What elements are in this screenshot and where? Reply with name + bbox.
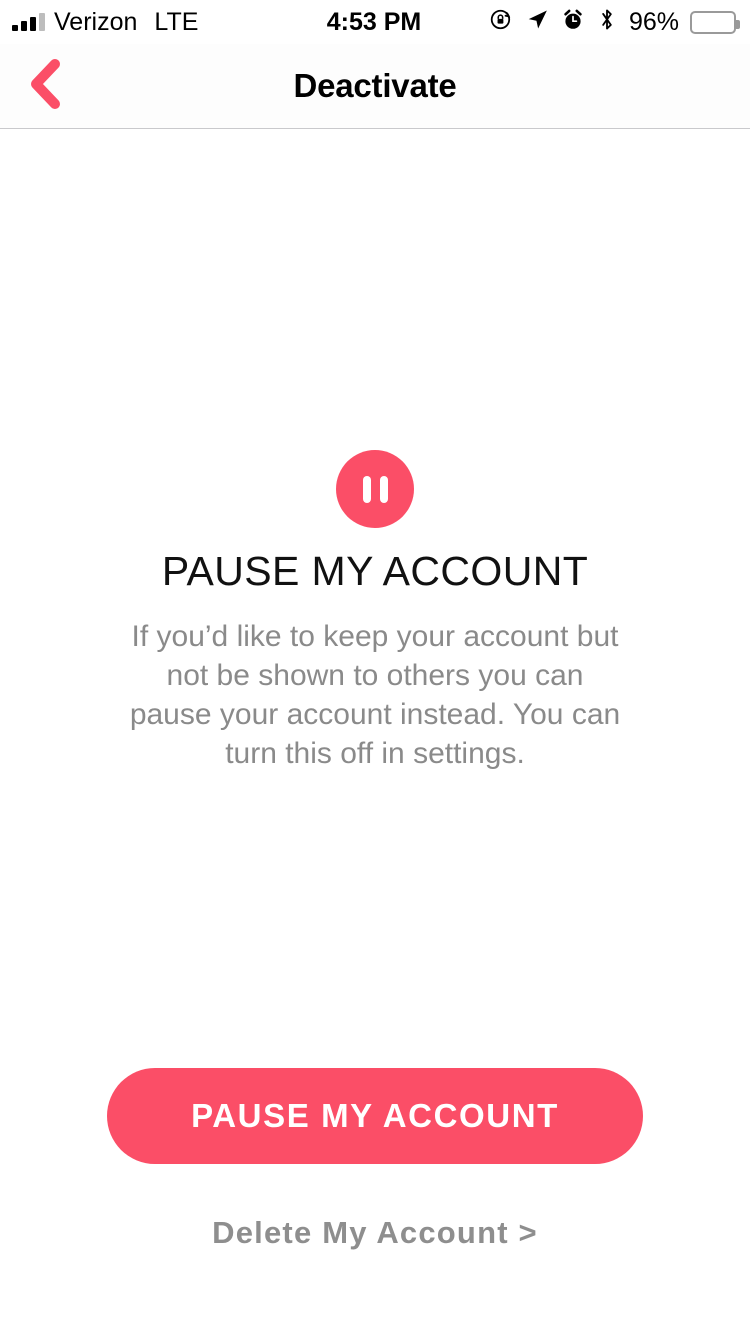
pause-my-account-button[interactable]: PAUSE MY ACCOUNT	[107, 1068, 643, 1164]
description-text: If you’d like to keep your account but n…	[129, 620, 621, 770]
status-bar-center: 4:53 PM	[327, 8, 421, 37]
status-bar: Verizon LTE 4:53 PM 96%	[0, 0, 750, 44]
navigation-bar: Deactivate	[0, 44, 750, 129]
content-area: PAUSE MY ACCOUNT If you’d like to keep y…	[0, 130, 750, 1334]
network-type-label: LTE	[154, 7, 199, 36]
bluetooth-icon	[596, 7, 618, 37]
battery-icon	[690, 10, 741, 34]
rotation-lock-icon	[489, 7, 514, 37]
pause-icon	[336, 450, 414, 528]
signal-bars-icon	[12, 13, 45, 31]
pause-bar-left	[362, 475, 371, 503]
page-title: Deactivate	[293, 67, 457, 104]
carrier-label: Verizon	[54, 7, 138, 36]
alarm-clock-icon	[561, 8, 585, 37]
battery-percent-label: 96%	[628, 7, 680, 36]
status-bar-right: 96%	[421, 7, 741, 37]
clock-label: 4:53 PM	[326, 7, 422, 36]
delete-my-account-link[interactable]: Delete My Account >	[0, 1215, 750, 1251]
headline: PAUSE MY ACCOUNT	[161, 548, 589, 594]
status-bar-left: Verizon LTE	[12, 8, 327, 37]
location-arrow-icon	[525, 7, 550, 37]
pause-bar-right	[379, 475, 388, 503]
